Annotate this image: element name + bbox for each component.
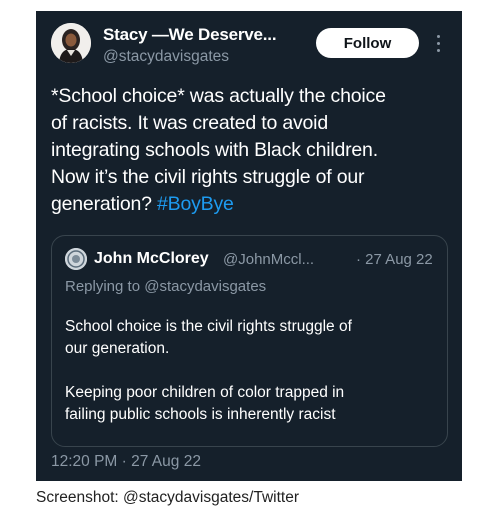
- tweet-text-line: Now it’s the civil rights struggle of ou…: [51, 166, 365, 188]
- author-handle[interactable]: @stacydavisgates: [103, 48, 229, 66]
- tweet-text-line: of racists. It was created to avoid: [51, 112, 328, 134]
- replying-to: Replying to @stacydavisgates: [65, 278, 267, 295]
- tweet-card: Stacy —We Deserve... @stacydavisgates Fo…: [36, 11, 462, 481]
- quoted-tweet-date: · 27 Aug 22: [356, 251, 433, 268]
- quoted-text-line: failing public schools is inherently rac…: [65, 406, 336, 423]
- quoted-author-handle: @JohnMccl...: [223, 251, 315, 268]
- author-avatar-image: [51, 23, 91, 63]
- quoted-author-avatar: [65, 248, 87, 270]
- image-caption: Screenshot: @stacydavisgates/Twitter: [36, 489, 299, 506]
- tweet-text: *School choice* was actually the choice …: [51, 83, 451, 218]
- quoted-paragraph-2: Keeping poor children of color trapped i…: [65, 382, 435, 426]
- follow-button[interactable]: Follow: [316, 28, 419, 58]
- author-name[interactable]: Stacy —We Deserve...: [103, 25, 277, 45]
- quoted-text-line: our generation.: [65, 340, 170, 357]
- author-avatar[interactable]: [51, 23, 91, 63]
- quoted-paragraph-1: School choice is the civil rights strugg…: [65, 316, 435, 360]
- quoted-author-name: John McClorey: [94, 250, 209, 267]
- quoted-avatar-image: [65, 248, 87, 270]
- tweet-text-line: *School choice* was actually the choice: [51, 85, 386, 107]
- quoted-tweet-text: School choice is the civil rights strugg…: [65, 316, 435, 448]
- tweet-timestamp[interactable]: 12:20 PM · 27 Aug 22: [51, 453, 201, 471]
- quoted-text-line: Keeping poor children of color trapped i…: [65, 384, 345, 401]
- tweet-text-line: integrating schools with Black children.: [51, 139, 378, 161]
- quoted-text-line: School choice is the civil rights strugg…: [65, 318, 352, 335]
- quoted-tweet[interactable]: John McClorey @JohnMccl... · 27 Aug 22 R…: [51, 235, 448, 447]
- hashtag-link[interactable]: #BoyBye: [157, 193, 234, 215]
- tweet-text-last-prefix: generation?: [51, 193, 158, 215]
- more-options-icon[interactable]: [434, 32, 442, 54]
- tweet-text-last-line: generation? #BoyBye: [51, 191, 451, 218]
